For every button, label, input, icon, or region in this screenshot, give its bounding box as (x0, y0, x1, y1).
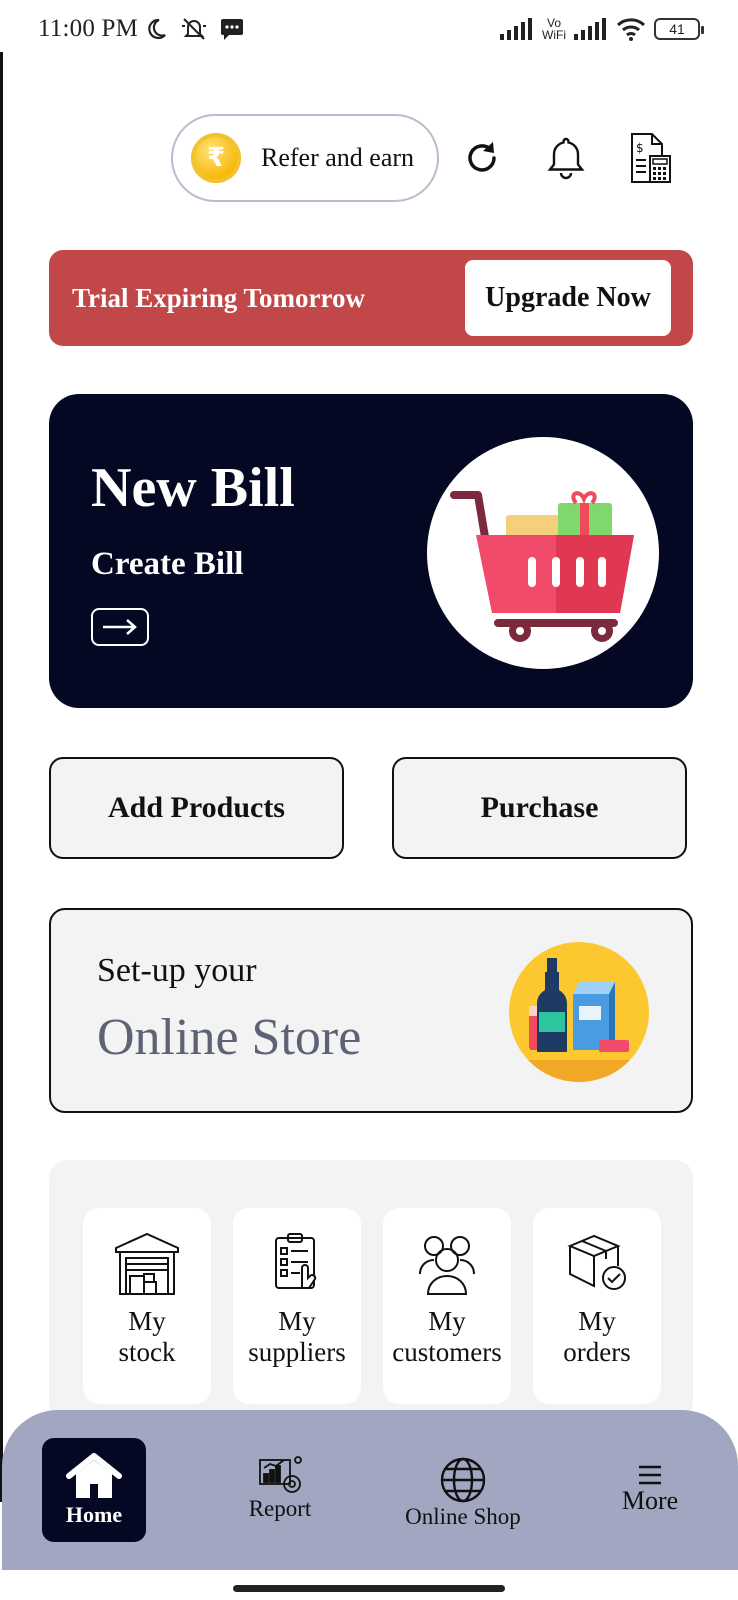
my-stock-tile[interactable]: My stock (83, 1208, 211, 1404)
signal-icon (500, 18, 532, 40)
message-icon (221, 19, 244, 40)
bell-icon[interactable] (544, 136, 588, 180)
grocery-products-illustration (509, 942, 649, 1082)
refer-and-earn-button[interactable]: ₹ Refer and earn (171, 114, 439, 202)
customers-group-icon (419, 1236, 475, 1295)
upgrade-now-button[interactable]: Upgrade Now (465, 260, 671, 336)
add-products-button[interactable]: Add Products (49, 757, 344, 859)
nav-online-shop[interactable]: Online Shop (388, 1456, 538, 1530)
nav-report-label: Report (248, 1496, 312, 1521)
store-setup-text: Set-up your (97, 952, 257, 989)
tile-label: My customers (392, 1306, 502, 1367)
new-bill-title: New Bill (91, 457, 295, 519)
signal-icon-2 (574, 18, 606, 40)
tile-label: My stock (118, 1306, 176, 1367)
home-icon (66, 1453, 122, 1498)
battery-indicator: 41 (654, 18, 704, 40)
new-bill-card[interactable]: New Bill Create Bill (49, 394, 693, 708)
wifi-icon (616, 18, 646, 41)
moon-icon (148, 18, 166, 40)
gesture-bar[interactable] (233, 1585, 505, 1592)
status-time: 11:00 PM (38, 15, 139, 42)
status-bar: 11:00 PM Vo WiFi 41 (0, 0, 738, 58)
left-edge-line (0, 52, 3, 1502)
trial-banner: Trial Expiring Tomorrow Upgrade Now (49, 250, 693, 346)
online-store-card[interactable]: Set-up your Online Store (49, 908, 693, 1113)
clipboard-checklist-icon (275, 1233, 317, 1289)
arrow-right-icon[interactable] (91, 608, 149, 646)
my-suppliers-tile[interactable]: My suppliers (233, 1208, 361, 1404)
warehouse-icon (115, 1232, 179, 1295)
package-check-icon (567, 1234, 626, 1290)
refresh-icon[interactable] (460, 136, 504, 180)
my-orders-tile[interactable]: My orders (533, 1208, 661, 1404)
store-title: Online Store (97, 1009, 362, 1066)
nav-more-label: More (621, 1486, 679, 1515)
top-toolbar: ₹ Refer and earn $ (0, 114, 738, 202)
tile-label: My suppliers (248, 1306, 346, 1367)
menu-icon (639, 1465, 661, 1485)
mute-icon (182, 18, 207, 40)
bottom-navigation: Home Report Online Shop More (2, 1410, 738, 1570)
nav-home-label: Home (65, 1502, 123, 1527)
globe-icon (440, 1457, 486, 1503)
purchase-button[interactable]: Purchase (392, 757, 687, 859)
nav-home[interactable]: Home (42, 1438, 146, 1542)
nav-more[interactable]: More (600, 1464, 700, 1516)
tile-label: My orders (563, 1306, 631, 1367)
shopping-cart-illustration (427, 437, 659, 669)
invoice-calculator-icon[interactable]: $ (628, 132, 672, 184)
nav-online-shop-label: Online Shop (405, 1504, 521, 1529)
quick-access-panel: My stock My suppliers My customers My orders (49, 1160, 693, 1420)
trial-text: Trial Expiring Tomorrow (72, 282, 366, 313)
nav-report[interactable]: Report (230, 1456, 330, 1522)
create-bill-subtitle: Create Bill (91, 546, 244, 582)
refer-label: Refer and earn (261, 143, 415, 172)
rupee-coin-icon: ₹ (191, 133, 241, 183)
report-chart-icon (259, 1456, 302, 1493)
svg-text:$: $ (636, 141, 644, 155)
my-customers-tile[interactable]: My customers (383, 1208, 511, 1404)
vowifi-indicator: Vo WiFi (542, 16, 566, 42)
